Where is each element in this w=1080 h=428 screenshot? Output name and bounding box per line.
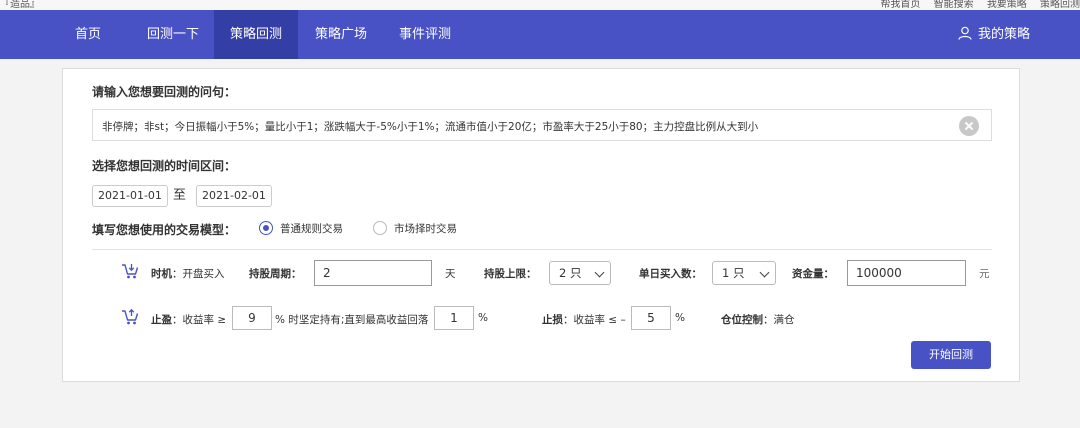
chevron-down-icon	[759, 267, 770, 278]
chevron-down-icon	[594, 267, 605, 278]
date-separator: 至	[173, 188, 187, 203]
nav-item-strategy-backtest[interactable]: 策略回测	[214, 10, 298, 59]
period-label: 选择您想回测的时间区间：	[92, 159, 237, 173]
radio-dot	[373, 221, 387, 235]
bookmark-item[interactable]: 智能搜索	[934, 0, 974, 10]
bookmark-item[interactable]: 我要策略	[987, 0, 1027, 10]
divider	[92, 249, 992, 250]
query-label: 请输入您想要回测的问句：	[92, 85, 237, 99]
query-input[interactable]: 非停牌；非st；今日振幅小于5%；量比小于1；涨跌幅大于-5%小于1%；流通市值…	[92, 109, 992, 141]
fund-label-text: 资金量：	[792, 268, 834, 280]
position-control-label: 仓位控制	[721, 314, 763, 326]
radio-normal-label: 普通规则交易	[280, 223, 343, 235]
position-control: 仓位控制：满仓	[721, 312, 795, 327]
daily-buy-select[interactable]: 1 只	[712, 261, 776, 285]
stop-loss-label-text: 止损	[542, 314, 563, 326]
backtest-form: 请输入您想要回测的问句： 非停牌；非st；今日振幅小于5%；量比小于1；涨跌幅大…	[62, 68, 1020, 382]
start-backtest-button[interactable]: 开始回测	[911, 341, 991, 369]
buy-timing-label: 时机	[151, 268, 172, 280]
radio-timing-label: 市场择时交易	[394, 223, 457, 235]
top-nav: 首页 回测一下 策略回测 策略广场 事件评测 我的策略	[0, 10, 1080, 59]
hold-period-label: 持股周期：	[249, 266, 302, 281]
take-profit-text2: % 时坚定持有;直到最高收益回落	[275, 314, 429, 326]
browser-bookmark-strip: 『造品』 帮我首页 智能搜索 我要策略 策略回测	[0, 0, 1080, 10]
pullback-input[interactable]: 1	[434, 306, 474, 330]
daily-buy-label: 单日买入数：	[639, 266, 702, 281]
hold-period-input[interactable]: 2	[314, 260, 432, 286]
hold-period-unit: 天	[445, 268, 456, 280]
pullback-pct: %	[478, 312, 488, 324]
bookmark-right: 帮我首页 智能搜索 我要策略 策略回测	[870, 0, 1080, 10]
position-control-value: ：满仓	[763, 314, 795, 326]
cart-icon	[122, 264, 139, 279]
stop-loss-label: 止损：收益率 ≤ –	[542, 312, 626, 327]
my-strategy-label: 我的策略	[977, 27, 1030, 42]
radio-normal-rule[interactable]: 普通规则交易	[259, 221, 343, 236]
cart-icon	[122, 308, 139, 325]
my-strategy-link[interactable]: 我的策略	[958, 10, 1030, 59]
take-profit-input[interactable]: 9	[232, 306, 272, 330]
daily-buy-value: 1 只	[722, 266, 745, 280]
start-date-input[interactable]: 2021-01-01	[92, 185, 168, 207]
query-text: 非停牌；非st；今日振幅小于5%；量比小于1；涨跌幅大于-5%小于1%；流通市值…	[102, 121, 759, 133]
end-date-input[interactable]: 2021-02-01	[196, 185, 272, 207]
nav-item-backtest-once[interactable]: 回测一下	[136, 10, 210, 59]
bookmark-left[interactable]: 『造品』	[0, 0, 40, 10]
radio-market-timing[interactable]: 市场择时交易	[373, 221, 457, 236]
bookmark-item[interactable]: 策略回测	[1040, 0, 1080, 10]
fund-unit: 元	[979, 268, 990, 280]
clear-icon[interactable]	[959, 116, 979, 136]
take-profit-text: ：收益率 ≥	[172, 314, 227, 326]
stop-loss-pct: %	[675, 312, 685, 324]
fund-label: 资金量：	[792, 266, 834, 281]
nav-item-strategy-square[interactable]: 策略广场	[304, 10, 378, 59]
nav-item-event-eval[interactable]: 事件评测	[388, 10, 462, 59]
bookmark-item[interactable]: 帮我首页	[880, 0, 920, 10]
fund-input[interactable]: 100000	[847, 260, 966, 286]
max-hold-value: 2 只	[559, 266, 582, 280]
stop-loss-text: ：收益率 ≤ –	[563, 314, 626, 326]
max-hold-select[interactable]: 2 只	[549, 261, 611, 285]
nav-item-home[interactable]: 首页	[64, 10, 112, 59]
user-icon	[958, 26, 972, 40]
take-profit-label: 止盈：收益率 ≥	[151, 312, 226, 327]
radio-dot-selected	[259, 221, 273, 235]
max-hold-label: 持股上限：	[484, 266, 537, 281]
stop-loss-input[interactable]: 5	[631, 306, 671, 330]
buy-timing-value: ：开盘买入	[172, 268, 225, 280]
daily-buy-label-text: 单日买入数：	[639, 268, 702, 280]
buy-timing: 时机：开盘买入	[151, 266, 225, 281]
max-hold-label-text: 持股上限：	[484, 268, 537, 280]
hold-period-label-text: 持股周期：	[249, 268, 302, 280]
model-label: 填写您想使用的交易模型：	[92, 223, 237, 237]
take-profit-label-text: 止盈	[151, 314, 172, 326]
